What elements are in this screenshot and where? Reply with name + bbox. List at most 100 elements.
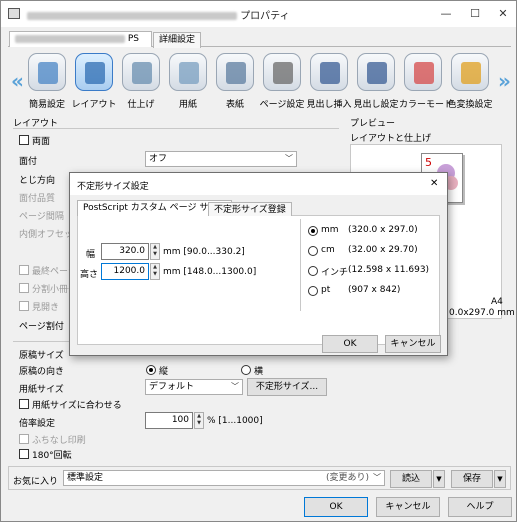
dialog-cancel-button[interactable]: キャンセル — [385, 335, 441, 353]
toolbar-label: 用紙 — [178, 100, 197, 110]
page-setting-icon — [273, 62, 293, 84]
save-dropdown-button[interactable]: ▼ — [494, 470, 506, 488]
portrait-radio[interactable] — [146, 365, 156, 375]
scale-spinner[interactable]: ▲ ▼ — [194, 412, 204, 429]
fit-paper-label: 用紙サイズに合わせる — [32, 401, 122, 411]
borderless-checkbox[interactable] — [19, 434, 29, 444]
cancel-button[interactable]: キャンセル — [376, 497, 440, 517]
height-label: 高さ — [80, 270, 99, 280]
page-margin-label: ページ間隔 — [19, 212, 64, 222]
toolbar-label: カラーモード — [399, 100, 454, 110]
close-button[interactable]: ✕ — [491, 5, 515, 23]
custom-size-dialog: 不定形サイズ設定 ✕ PostScript カスタム ページ サイズ 不定形サイ… — [69, 172, 448, 356]
toolbar-finishing-button[interactable] — [122, 53, 160, 91]
unit-label: pt — [321, 285, 331, 295]
custom-size-button[interactable]: 不定形サイズ... — [247, 378, 327, 396]
load-button[interactable]: 読込 — [390, 470, 432, 488]
chevron-down-icon: ﹀ — [373, 473, 381, 482]
height-input[interactable]: 1200.0 — [101, 263, 149, 280]
toolbar-color-conversion-button[interactable] — [451, 53, 489, 91]
unit-radio-cm[interactable] — [308, 246, 318, 256]
finishing-icon — [132, 62, 152, 84]
landscape-radio[interactable] — [241, 365, 251, 375]
toolbar-page-setting-button[interactable] — [263, 53, 301, 91]
toolbar-label: ページ設定 — [259, 100, 305, 110]
binding-quality-label: 面付品質 — [19, 194, 56, 204]
maximize-button[interactable]: ☐ — [463, 5, 487, 23]
last-page-checkbox[interactable] — [19, 265, 29, 275]
toolbar-quick-setting-button[interactable] — [28, 53, 66, 91]
minimize-button[interactable]: — — [434, 5, 458, 23]
scroll-right-icon[interactable]: » — [498, 69, 511, 93]
toolbar-label: 見出し設定 — [353, 100, 399, 110]
dialog-close-button[interactable]: ✕ — [430, 178, 438, 189]
unit-radio-mm[interactable] — [308, 226, 318, 236]
width-input[interactable]: 320.0 — [101, 243, 149, 260]
scale-input[interactable]: 100 — [145, 412, 193, 429]
toolbar-color-mode-button[interactable] — [404, 53, 442, 91]
binding-select[interactable]: オフ ﹀ — [145, 151, 297, 167]
paper-icon — [179, 62, 199, 84]
load-dropdown-button[interactable]: ▼ — [433, 470, 445, 488]
borderless-label: ふちなし印刷 — [32, 436, 86, 446]
unit-label: インチ — [321, 268, 349, 278]
tab-ps[interactable]: PS — [9, 31, 152, 47]
landscape-label: 横 — [254, 367, 264, 377]
unit-radio-inch[interactable] — [308, 266, 318, 276]
duplex-label: 両面 — [32, 137, 51, 147]
tab-setting-icon — [367, 62, 387, 84]
duplex-checkbox[interactable] — [19, 135, 29, 145]
color-mode-icon — [414, 62, 434, 84]
unit-label: mm — [321, 225, 339, 235]
help-button[interactable]: ヘルプ — [448, 497, 512, 517]
color-conversion-icon — [461, 62, 481, 84]
tab-custom-size-registration[interactable]: 不定形サイズ登録 — [208, 202, 292, 216]
scroll-left-icon[interactable]: « — [11, 69, 24, 93]
unit-size-value: (12.598 x 11.693) — [348, 265, 430, 275]
preview-paper-dims: 0.0x297.0 mm — [449, 308, 515, 318]
height-spinner[interactable]: ▲ ▼ — [150, 263, 160, 280]
favorites-label: お気に入り — [13, 477, 59, 487]
spread-checkbox[interactable] — [19, 301, 29, 311]
redacted-tab-name — [15, 34, 125, 43]
page-split-label: ページ割付 — [19, 322, 64, 332]
ok-button[interactable]: OK — [304, 497, 368, 517]
toolbar-label: 色変換設定 — [447, 100, 493, 110]
toolbar-label: 簡易設定 — [28, 100, 65, 110]
favorites-select[interactable]: 標準設定 (変更あり) ﹀ — [63, 470, 385, 486]
save-button[interactable]: 保存 — [451, 470, 493, 488]
spread-label: 見開き — [32, 303, 60, 313]
chevron-down-icon: ﹀ — [231, 382, 239, 391]
toolbar-tab-insert-button[interactable] — [310, 53, 348, 91]
width-spinner[interactable]: ▲ ▼ — [150, 243, 160, 260]
toolbar-paper-button[interactable] — [169, 53, 207, 91]
portrait-label: 縦 — [159, 367, 169, 377]
rotate-checkbox[interactable] — [19, 449, 29, 459]
scale-range: % [1...1000] — [207, 416, 263, 426]
toolbar-layout-button[interactable] — [75, 53, 113, 91]
tab-advanced[interactable]: 詳細設定 — [153, 32, 202, 48]
toolbar-cover-button[interactable] — [216, 53, 254, 91]
dialog-title-bar: 不定形サイズ設定 ✕ — [70, 173, 447, 195]
unit-size-value: (32.00 x 29.70) — [348, 245, 418, 255]
preview-label: プレビュー — [350, 119, 396, 129]
preview-paper-name: A4 — [491, 297, 503, 307]
toolbar-label: 見出し挿入 — [306, 100, 352, 110]
dialog-ok-button[interactable]: OK — [322, 335, 378, 353]
fit-paper-checkbox[interactable] — [19, 399, 29, 409]
dialog-title: 不定形サイズ設定 — [77, 182, 149, 192]
split-booklet-checkbox[interactable] — [19, 283, 29, 293]
toolbar-tab-setting-button[interactable] — [357, 53, 395, 91]
unit-size-value: (320.0 x 297.0) — [348, 225, 418, 235]
cover-icon — [226, 62, 246, 84]
toolbar-label: 仕上げ — [127, 100, 155, 110]
quick-setting-icon — [38, 62, 58, 84]
width-label: 幅 — [86, 250, 96, 260]
chevron-down-icon: ﹀ — [285, 154, 293, 163]
height-range: mm [148.0...1300.0] — [163, 267, 257, 277]
paper-size-select[interactable]: デフォルト ﹀ — [145, 379, 243, 395]
width-range: mm [90.0...330.2] — [163, 247, 245, 257]
unit-radio-pt[interactable] — [308, 286, 318, 296]
toolbar-label: 表紙 — [225, 100, 244, 110]
title-bar: プロパティ — ☐ ✕ — [1, 1, 516, 27]
